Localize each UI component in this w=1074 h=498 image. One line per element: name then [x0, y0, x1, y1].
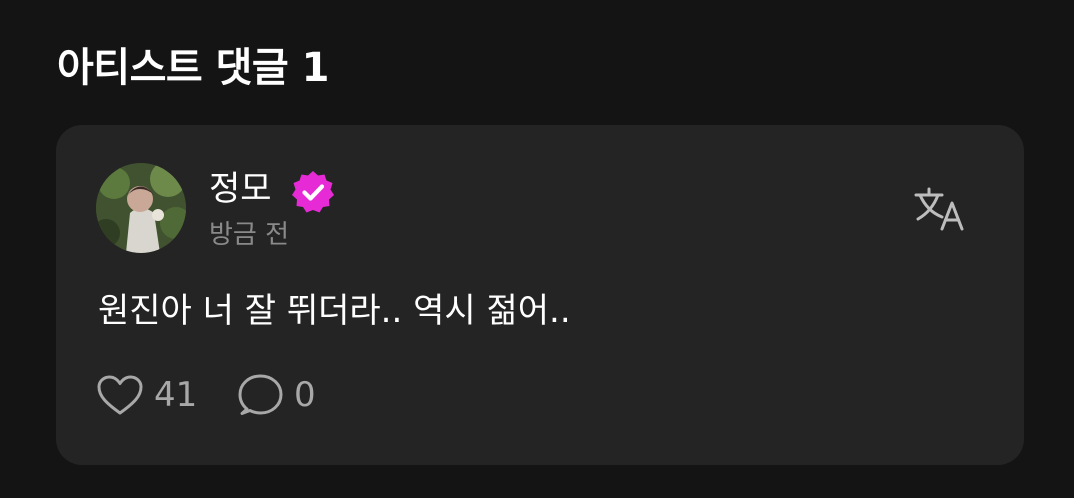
author-name[interactable]: 정모 — [209, 167, 272, 211]
section-title: 아티스트 댓글 1 — [57, 45, 329, 91]
translate-icon[interactable] — [914, 185, 966, 231]
reply-button[interactable]: 0 — [238, 372, 316, 418]
comment-card: 정모 방금 전 원진아 너 잘 뛰더라.. 역시 젊어.. 41 0 — [56, 125, 1024, 465]
comment-timestamp: 방금 전 — [209, 220, 290, 250]
like-count: 41 — [154, 375, 198, 415]
comment-text: 원진아 너 잘 뛰더라.. 역시 젊어.. — [98, 291, 571, 331]
verified-badge-icon — [292, 171, 334, 213]
like-button[interactable]: 41 — [96, 372, 197, 418]
reply-count: 0 — [294, 375, 316, 415]
speech-bubble-icon — [238, 374, 283, 415]
heart-icon — [97, 375, 143, 415]
avatar[interactable] — [96, 163, 186, 253]
